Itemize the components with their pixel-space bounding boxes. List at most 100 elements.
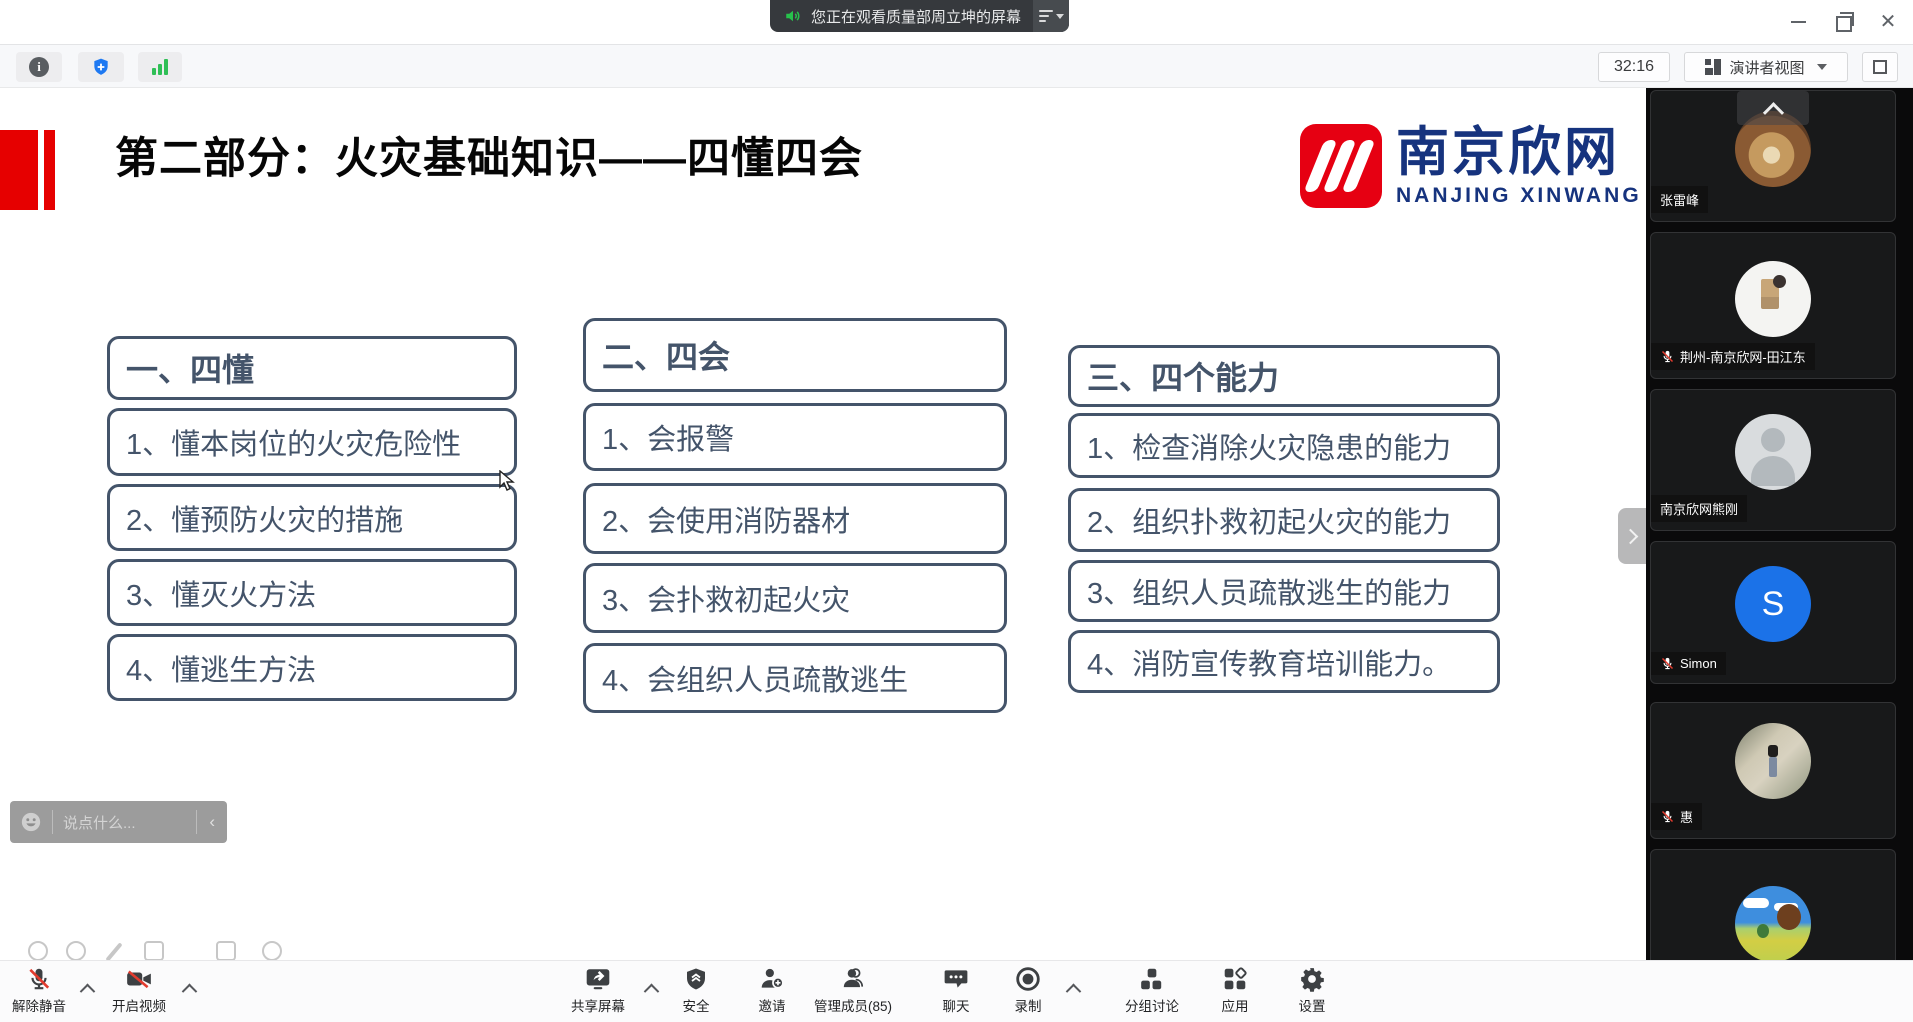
manage-members-button[interactable]: 管理成员(85) [798,966,908,1015]
banner-menu-button[interactable] [1033,0,1069,32]
signal-bars-icon [152,59,168,75]
invite-person-icon [759,966,785,992]
col1-item-4: 4、懂逃生方法 [107,634,517,701]
timer-value: 32:16 [1614,58,1654,76]
close-button[interactable]: ✕ [1866,0,1910,44]
col2-item-1: 1、会报警 [583,403,1007,471]
info-icon: i [29,57,49,77]
video-options-chevron[interactable] [184,983,196,995]
start-video-button[interactable]: 开启视频 [102,966,176,1015]
col3-item-4: 4、消防宣传教育培训能力。 [1068,630,1500,693]
participant-name: 南京欣网熊刚 [1660,499,1738,518]
col1-item-2: 2、懂预防火灾的措施 [107,484,517,551]
emoji-icon[interactable] [20,811,42,833]
settings-button[interactable]: 设置 [1280,966,1344,1015]
mic-options-chevron[interactable] [82,983,94,995]
share-screen-icon [584,966,612,992]
col2-item-4: 4、会组织人员疏散逃生 [583,643,1007,713]
participants-sidebar: 张雷峰 荆州-南京欣网-田江东 南京欣网熊刚 S [1646,88,1913,960]
view-mode-dropdown[interactable]: 演讲者视图 [1684,52,1848,82]
participant-tile[interactable]: 张雷峰 [1650,90,1896,222]
meeting-toolbar-top: i 32:16 演讲者视图 [0,44,1913,88]
avatar [1735,723,1811,799]
avatar [1735,886,1811,960]
avatar [1735,261,1811,337]
meeting-timer: 32:16 [1598,52,1670,82]
chat-placeholder[interactable]: 说点什么... [63,812,186,833]
security-shield-button[interactable] [78,52,124,82]
participant-tile[interactable]: 南京欣网熊刚 [1650,389,1896,531]
meeting-window: 您正在观看质量部周立坤的屏幕 ✕ i 32:16 演讲者视图 [0,0,1913,1022]
watching-banner-text: 您正在观看质量部周立坤的屏幕 [811,6,1021,27]
breakout-rooms-button[interactable]: 分组讨论 [1112,966,1192,1015]
shield-plus-icon [91,57,111,77]
apps-grid-icon [1222,966,1248,992]
chevron-right-icon [1623,528,1639,544]
filter-lines-icon [1039,10,1053,22]
speaker-icon [784,7,802,25]
shared-screen-slide: 第二部分：火灾基础知识——四懂四会 南京欣网 NANJING XINWANG 一… [0,88,1646,960]
sidebar-collapse-toggle[interactable] [1618,508,1646,564]
avatar [1735,414,1811,490]
participant-name: 荆州-南京欣网-田江东 [1680,347,1806,366]
avatar: S [1735,566,1811,642]
slide-title: 第二部分：火灾基础知识——四懂四会 [115,124,863,186]
col1-item-1: 1、懂本岗位的火灾危险性 [107,408,517,476]
participant-tile[interactable]: S Simon [1650,541,1896,684]
caret-down-icon [1817,64,1827,70]
record-button[interactable]: 录制 [996,966,1060,1015]
participant-tile[interactable]: 荆州-南京欣网-田江东 [1650,232,1896,379]
chat-bubble-icon [943,966,969,992]
chat-collapse-icon[interactable]: ‹ [209,812,215,832]
fullscreen-button[interactable] [1862,52,1898,82]
minimize-button[interactable] [1776,0,1820,44]
col2-item-2: 2、会使用消防器材 [583,483,1007,554]
record-options-chevron[interactable] [1068,983,1080,995]
participant-tile[interactable]: 惠 [1650,702,1896,839]
members-icon [840,966,866,992]
logo-slashes-icon [1300,124,1382,208]
participant-tile[interactable] [1650,849,1896,960]
sidebar-collapse-up-button[interactable] [1737,91,1809,125]
network-quality-button[interactable] [138,52,182,82]
record-icon [1015,966,1041,992]
invite-button[interactable]: 邀请 [744,966,800,1015]
share-options-chevron[interactable] [646,983,658,995]
muted-mic-icon [1660,656,1675,671]
muted-mic-icon [1660,809,1675,824]
participant-name: Simon [1680,656,1717,671]
avatar-letter: S [1762,585,1785,624]
red-deco-block [0,130,38,210]
col2-item-3: 3、会扑救初起火灾 [583,563,1007,633]
company-logo: 南京欣网 NANJING XINWANG [1300,124,1642,208]
col1-header: 一、四懂 [107,336,517,400]
chat-button[interactable]: 聊天 [928,966,984,1015]
share-screen-button[interactable]: 共享屏幕 [558,966,638,1015]
col3-header: 三、四个能力 [1068,345,1500,407]
red-deco-bar [44,130,55,210]
col3-item-3: 3、组织人员疏散逃生的能力 [1068,560,1500,622]
gear-icon [1299,966,1325,992]
apps-button[interactable]: 应用 [1203,966,1267,1015]
logo-cn-text: 南京欣网 [1396,124,1642,182]
view-mode-label: 演讲者视图 [1729,57,1804,78]
logo-en-text: NANJING XINWANG [1396,184,1642,208]
col2-header: 二、四会 [583,318,1007,392]
restore-button[interactable] [1822,0,1866,44]
muted-mic-icon [26,966,52,992]
chat-quick-input[interactable]: 说点什么... ‹ [10,801,227,843]
mouse-cursor [498,470,518,492]
participant-name: 张雷峰 [1660,190,1699,209]
camera-off-icon [125,966,153,992]
chevron-up-icon [1762,102,1783,123]
layout-view-icon [1705,59,1721,75]
caret-down-icon [1056,14,1064,19]
security-button[interactable]: 安全 [668,966,724,1015]
breakout-icon [1139,966,1165,992]
col1-item-3: 3、懂灭火方法 [107,559,517,626]
meeting-info-button[interactable]: i [16,52,62,82]
window-titlebar: 您正在观看质量部周立坤的屏幕 ✕ [0,0,1913,44]
meeting-controls-bar: 解除静音 开启视频 共享屏幕 安全 [0,960,1913,1022]
unmute-button[interactable]: 解除静音 [2,966,76,1015]
col3-item-2: 2、组织扑救初起火灾的能力 [1068,488,1500,552]
